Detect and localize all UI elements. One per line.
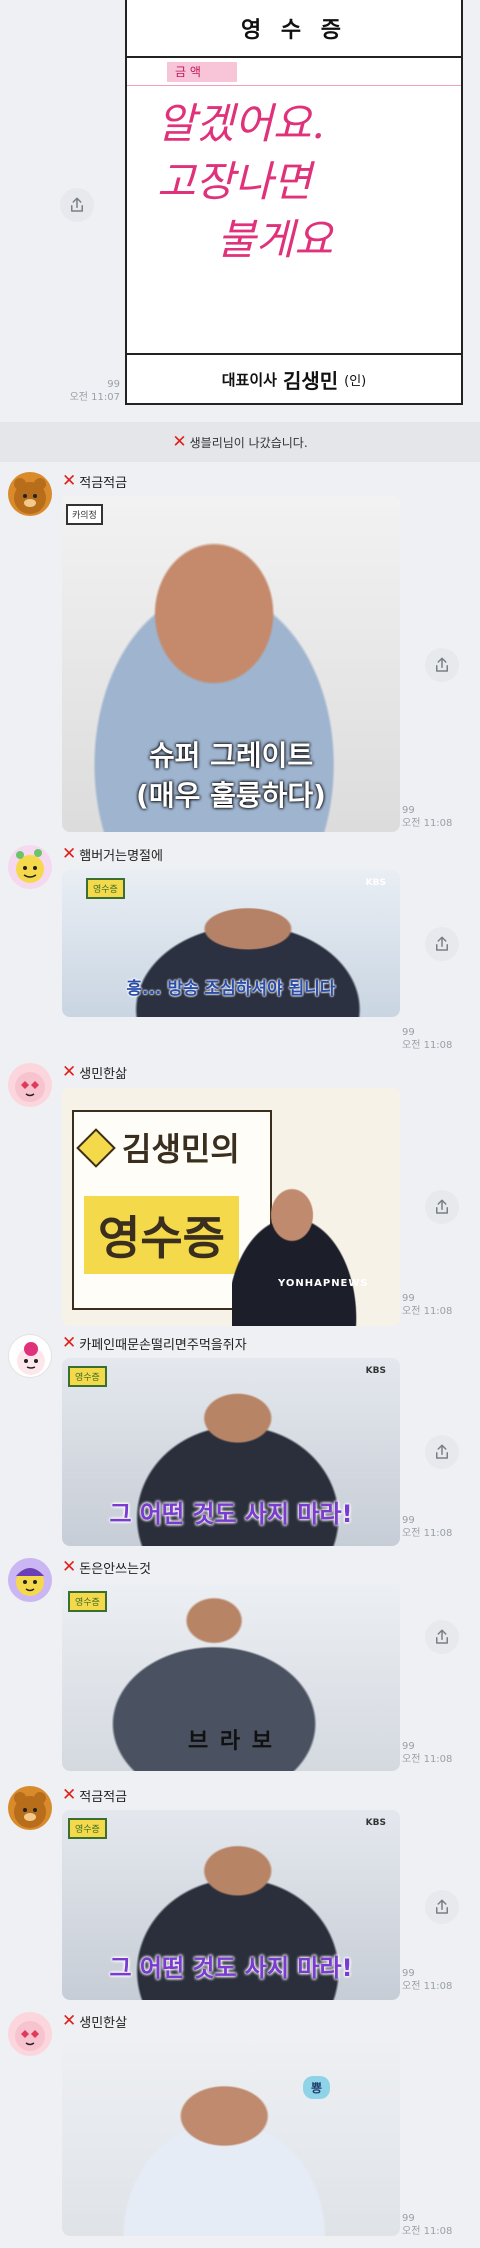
subtitle-line: (매우 훌륭하다) [136,779,326,812]
message-image[interactable]: 영수증 KBS 그 어떤 것도 사지 마라! [62,1810,400,2000]
exit-x-icon: ✕ [62,1333,77,1353]
exit-x-icon: ✕ [172,432,187,452]
receipt-title: 영 수 증 [240,18,348,43]
timestamp: 오전 11:08 [402,1040,453,1051]
exit-x-icon: ✕ [62,1557,77,1577]
receipt-footer-title: 대표이사 [221,370,277,389]
read-count: 99 [402,1968,415,1979]
system-message-text: 생블리님이 나갔습니다. [189,435,308,450]
share-button[interactable] [60,188,94,222]
share-button[interactable] [425,1620,459,1654]
read-count: 99 [402,1741,415,1752]
share-icon [436,657,448,672]
sender-name: ✕ 생민한삶 [62,1062,128,1082]
avatar[interactable] [8,2012,52,2056]
broadcaster-logo: KBS [365,878,386,888]
read-count: 99 [107,379,120,390]
share-icon [436,1444,448,1459]
share-button[interactable] [425,648,459,682]
message-image[interactable]: 영수증 브 라 보 [62,1583,400,1771]
show-title-line: 김생민의 [122,1130,240,1168]
system-message: ✕ 생블리님이 나갔습니다. [0,422,480,462]
message-meta: 99 오전 11:08 [402,804,462,830]
timestamp: 오전 11:08 [402,1754,453,1765]
read-count: 99 [402,805,415,816]
watermark: YONHAPNEWS [278,1278,369,1289]
subtitle-line: 브 라 보 [187,1729,275,1754]
message-image[interactable]: 영수증 KBS 흥... 방송 조심하셔야 됩니다 [62,870,400,1017]
message-meta: 99 오전 11:07 [50,378,120,404]
share-button[interactable] [425,927,459,961]
exit-x-icon: ✕ [62,471,77,491]
share-icon [71,197,83,212]
timestamp: 오전 11:08 [402,818,453,829]
timestamp: 오전 11:08 [402,1306,453,1317]
receipt-footer-name: 김생민 [282,368,339,393]
message-meta: 99 오전 11:08 [402,1740,462,1766]
receipt-image[interactable]: 영 수 증 금 액 알겠어요. 고장나면 불게요 대표이사 김생민 (인) [125,0,463,405]
avatar[interactable] [8,1334,52,1378]
receipt-amount-label: 금 액 [167,62,237,82]
message-meta: 99 오전 11:08 [402,1292,462,1318]
subtitle-line: 흥... 방송 조심하셔야 됩니다 [126,979,336,999]
program-logo: 카의정 [66,504,103,525]
message-image[interactable]: 뿅 [62,2036,400,2236]
share-button[interactable] [425,1435,459,1469]
share-icon [436,936,448,951]
subtitle-line: 그 어떤 것도 사지 마라! [109,1500,353,1528]
share-icon [436,1899,448,1914]
read-count: 99 [402,2213,415,2224]
message-image[interactable]: 영수증 KBS 그 어떤 것도 사지 마라! [62,1358,400,1546]
program-logo: 영수증 [68,1366,107,1387]
subtitle-line: 슈퍼 그레이트 [148,739,314,772]
timestamp: 오전 11:08 [402,1981,453,1992]
timestamp: 오전 11:08 [402,2226,453,2237]
read-count: 99 [402,1027,415,1038]
receipt-footer-seal: (인) [344,373,367,389]
message-meta: 99 오전 11:08 [402,2212,462,2238]
sender-name: ✕ 카페인때문손떨리면주먹을쥐자 [62,1333,247,1353]
avatar[interactable] [8,1558,52,1602]
receipt-handwriting: 알겠어요. 고장나면 불게요 [157,99,333,264]
sender-name: ✕ 적금적금 [62,471,128,491]
sender-name: ✕ 돈은안쓰는것 [62,1557,152,1577]
exit-x-icon: ✕ [62,1062,77,1082]
read-count: 99 [402,1293,415,1304]
timestamp: 오전 11:08 [402,1528,453,1539]
share-button[interactable] [425,1890,459,1924]
message-image[interactable]: 김생민의 영수증 YONHAPNEWS [62,1088,400,1326]
share-icon [436,1629,448,1644]
share-icon [436,1199,448,1214]
broadcaster-logo: KBS [365,1366,386,1376]
sender-name: ✕ 햄버거는명절에 [62,844,163,864]
exit-x-icon: ✕ [62,844,77,864]
message-meta: 99 오전 11:08 [402,1967,462,1993]
avatar[interactable] [8,845,52,889]
share-button[interactable] [425,1190,459,1224]
read-count: 99 [402,1515,415,1526]
show-title-line: 영수증 [84,1196,239,1274]
timestamp: 오전 11:07 [69,392,120,403]
message-image[interactable]: 카의정 슈퍼 그레이트 (매우 훌륭하다) [62,496,400,832]
exit-x-icon: ✕ [62,2011,77,2031]
sender-name: ✕ 생민한살 [62,2011,128,2031]
sender-name: ✕ 적금적금 [62,1785,128,1805]
subtitle-line: 그 어떤 것도 사지 마라! [109,1954,353,1982]
program-logo: 영수증 [86,878,125,899]
broadcaster-logo: KBS [365,1818,386,1828]
avatar[interactable] [8,1786,52,1830]
program-logo: 영수증 [68,1591,107,1612]
sticker-badge: 뿅 [302,2076,330,2099]
message-meta: 99 오전 11:08 [402,1514,462,1540]
avatar[interactable] [8,472,52,516]
avatar[interactable] [8,1063,52,1107]
exit-x-icon: ✕ [62,1785,77,1805]
program-logo: 영수증 [68,1818,107,1839]
message-meta: 99 오전 11:08 [402,1026,462,1052]
